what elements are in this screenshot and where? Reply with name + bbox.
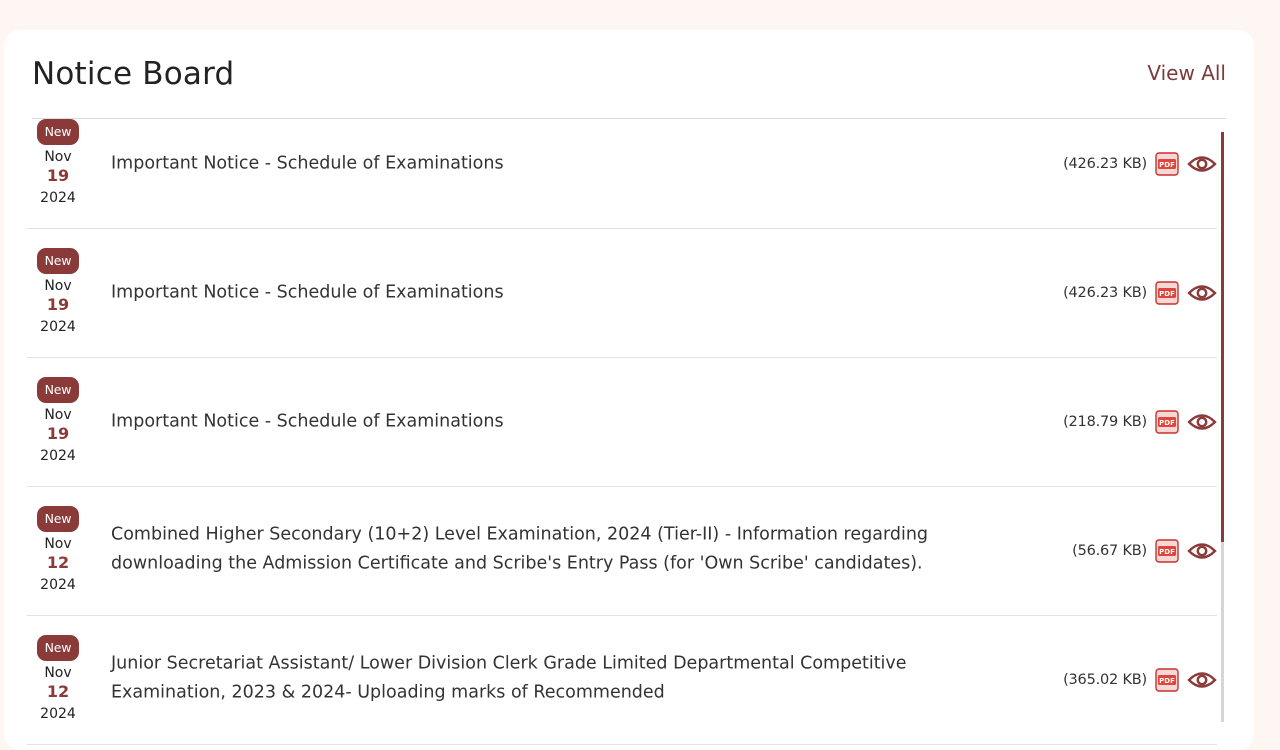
date-year: 2024 [40,190,76,206]
notice-meta: (426.23 KB) PDF [1063,152,1217,176]
date-day: 19 [46,166,70,185]
notice-row: New Nov 12 2024 Combined Higher Secondar… [27,487,1217,616]
notice-meta: (218.79 KB) PDF [1063,410,1217,434]
date-day: 19 [46,295,70,314]
notice-title-link[interactable]: Important Notice - Schedule of Examinati… [111,150,971,179]
notice-date: New Nov 12 2024 [27,487,89,594]
pdf-file-icon[interactable]: PDF [1154,410,1180,434]
file-size: (426.23 KB) [1063,285,1147,301]
new-badge: New [36,377,80,403]
notice-date: New Nov 19 2024 [27,100,89,207]
date-year: 2024 [40,577,76,593]
date-year: 2024 [40,706,76,722]
notice-meta: (426.23 KB) PDF [1063,281,1217,305]
scrollbar[interactable] [1221,132,1224,722]
new-badge: New [36,248,80,274]
eye-icon[interactable] [1187,539,1217,563]
svg-text:PDF: PDF [1159,677,1175,685]
eye-icon[interactable] [1187,410,1217,434]
new-badge: New [36,506,80,532]
file-size: (365.02 KB) [1063,672,1147,688]
pdf-file-icon[interactable]: PDF [1154,668,1180,692]
date-month: Nov [44,665,72,681]
eye-icon[interactable] [1187,152,1217,176]
new-badge: New [36,119,80,145]
notice-row: New Nov 19 2024 Important Notice - Sched… [27,229,1217,358]
new-badge: New [36,635,80,661]
pdf-file-icon[interactable]: PDF [1154,281,1180,305]
eye-icon[interactable] [1187,281,1217,305]
date-month: Nov [44,536,72,552]
svg-text:PDF: PDF [1159,290,1175,298]
date-year: 2024 [40,319,76,335]
date-month: Nov [44,278,72,294]
file-size: (56.67 KB) [1072,543,1147,559]
notice-meta: (56.67 KB) PDF [1072,539,1217,563]
file-size: (426.23 KB) [1063,156,1147,172]
notice-title-link[interactable]: Junior Secretariat Assistant/ Lower Divi… [111,649,971,707]
date-day: 12 [46,682,70,701]
notice-title-link[interactable]: Combined Higher Secondary (10+2) Level E… [111,520,971,578]
notice-date: New Nov 12 2024 [27,616,89,723]
notice-date: New Nov 19 2024 [27,358,89,465]
svg-text:PDF: PDF [1159,161,1175,169]
file-size: (218.79 KB) [1063,414,1147,430]
notice-row: New Nov 12 2024 Junior Secretariat Assis… [27,616,1217,745]
date-month: Nov [44,149,72,165]
eye-icon[interactable] [1187,668,1217,692]
notice-meta: (365.02 KB) PDF [1063,668,1217,692]
notice-row: New Nov 19 2024 Important Notice - Sched… [27,100,1217,229]
notice-row: New Nov 19 2024 Important Notice - Sched… [27,358,1217,487]
notice-title-link[interactable]: Important Notice - Schedule of Examinati… [111,408,971,437]
pdf-file-icon[interactable]: PDF [1154,539,1180,563]
page-title: Notice Board [32,56,235,92]
scrollbar-thumb[interactable] [1221,132,1224,542]
date-day: 12 [46,553,70,572]
view-all-link[interactable]: View All [1147,61,1226,85]
date-month: Nov [44,407,72,423]
svg-text:PDF: PDF [1159,548,1175,556]
notice-title-link[interactable]: Important Notice - Schedule of Examinati… [111,279,971,308]
date-year: 2024 [40,448,76,464]
notice-date: New Nov 19 2024 [27,229,89,336]
date-day: 19 [46,424,70,443]
notice-list: New Nov 19 2024 Important Notice - Sched… [27,100,1217,745]
pdf-file-icon[interactable]: PDF [1154,152,1180,176]
svg-text:PDF: PDF [1159,419,1175,427]
